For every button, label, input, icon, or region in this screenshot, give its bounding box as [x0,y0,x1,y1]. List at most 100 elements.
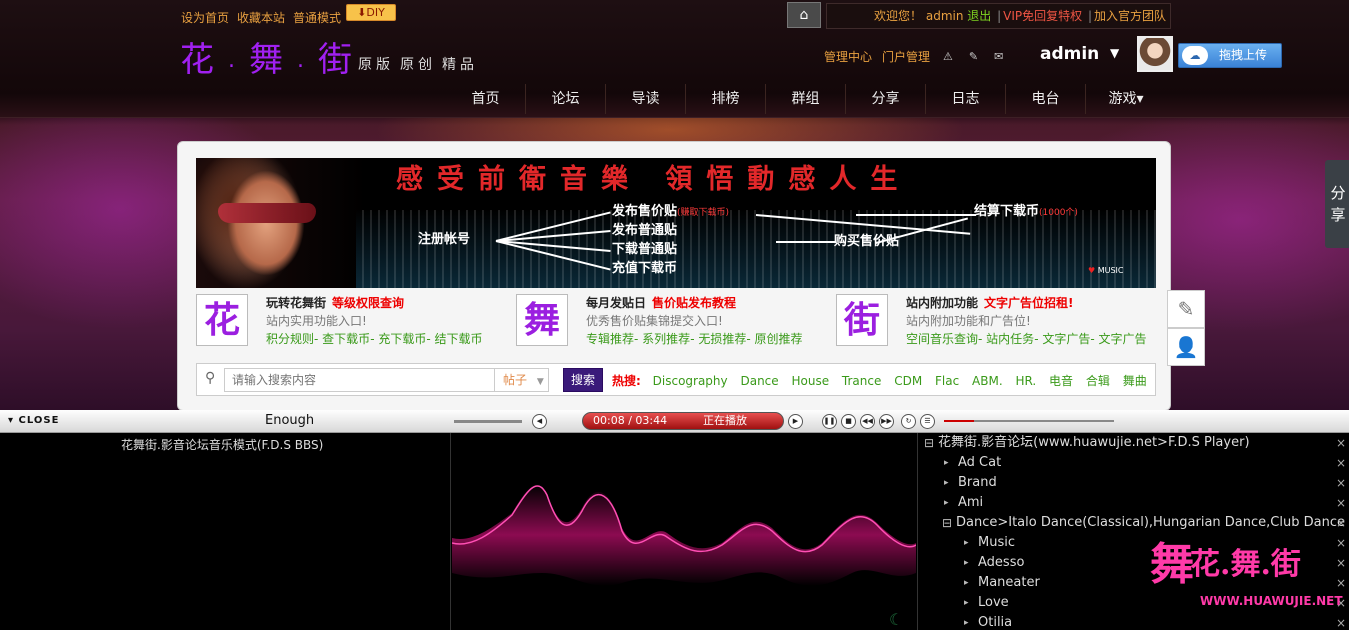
site-watermark: 舞 花.舞.街 WWW.HUAWUJIE.NET [1150,540,1343,620]
mail-icon[interactable]: ✉ [994,50,1003,63]
feature-tag-link[interactable]: 文字广告位招租! [984,296,1073,310]
diy-button[interactable]: ⬇DIY [346,4,396,21]
feature-title: 站内附加功能 文字广告位招租! [906,296,1074,310]
user-link[interactable]: admin [926,9,964,23]
nav-radio[interactable]: 电台 [1006,84,1086,114]
progress-bar[interactable] [944,420,1114,422]
feature-glyph[interactable]: 街 [836,294,888,346]
player-close-button[interactable]: ▾ CLOSE [8,415,59,426]
pause-icon[interactable]: ❚❚ [822,414,837,429]
remove-icon[interactable]: × [1336,473,1346,493]
feature-link[interactable]: 空间音乐查询 [906,332,978,346]
feature-link[interactable]: 积分规则 [266,332,314,346]
chevron-down-icon: ▼ [536,377,544,387]
nav-guide[interactable]: 导读 [606,84,686,114]
collapse-icon[interactable]: ⊟ [942,513,952,533]
avatar[interactable] [1137,36,1173,72]
vip-link[interactable]: VIP免回复特权 [1003,9,1082,23]
user-icon: 👤 [1173,335,1199,359]
site-logo[interactable]: 花 . 舞 . 街 原版 原创 精品 [180,40,478,80]
playlist-item[interactable]: ⊟ Dance>Italo Dance(Classical),Hungarian … [918,513,1349,533]
player-caption: 花舞街.影音论坛音乐模式(F.D.S BBS) [121,438,324,452]
share-side-tab[interactable]: 分 享 [1325,160,1349,248]
chevron-down-icon[interactable]: ▼ [1110,46,1119,60]
collapse-icon[interactable]: ⊟ [924,433,934,453]
hot-keyword[interactable]: Trance [842,374,881,388]
fast-forward-icon[interactable]: ▶▶ [879,414,894,429]
remove-icon[interactable]: × [1336,493,1346,513]
hot-keyword[interactable]: CDM [894,374,922,388]
hot-keyword[interactable]: ABM. [972,374,1003,388]
feature-glyph[interactable]: 舞 [516,294,568,346]
portal-admin-link[interactable]: 门户管理 [882,48,930,65]
drag-upload-button[interactable]: ☁ 拖拽上传 [1178,43,1282,68]
playlist-item[interactable]: ▸ Ad Cat × [918,453,1349,473]
feature-links: 积分规则- 查下载币- 充下载币- 结下载币 [266,332,483,346]
bookmark-link[interactable]: 收藏本站 [237,9,285,26]
arrow-right-icon: ▸ [964,618,969,628]
feature-link[interactable]: 专辑推荐 [586,332,634,346]
feature-link[interactable]: 结下载币 [435,332,483,346]
feature-link[interactable]: 充下载币 [378,332,426,346]
feature-link[interactable]: 站内任务 [986,332,1034,346]
promo-banner[interactable]: 感受前衛音樂 領悟動感人生 注册帐号 发布售价贴(赚取下载币) 发布普通贴 下载… [196,158,1156,288]
logo-tagline-1: 原版 [358,57,394,73]
remove-icon[interactable]: × [1336,453,1346,473]
hot-keyword[interactable]: House [791,374,829,388]
hot-keyword[interactable]: HR. [1015,374,1036,388]
hot-keyword[interactable]: 电音 [1049,374,1073,388]
username[interactable]: admin [1040,44,1099,64]
search-type-select[interactable]: 帖子 ▼ [494,368,549,392]
logout-link[interactable]: 退出 [967,9,991,23]
search-button[interactable]: 搜索 [563,368,603,392]
playlist-item[interactable]: ⊟ 花舞街.影音论坛(www.huawujie.net>F.D.S Player)… [918,433,1349,453]
nav-games[interactable]: 游戏▾ [1086,84,1166,114]
hot-keyword[interactable]: Discography [653,374,728,388]
alert-icon[interactable]: ⚠ [943,50,953,63]
join-team-link[interactable]: 加入官方团队 [1094,9,1166,23]
feature-desc: 站内实用功能入口! [266,314,367,328]
search-input[interactable] [224,368,494,392]
prev-icon[interactable]: ◀ [532,414,547,429]
remove-icon[interactable]: × [1336,433,1346,453]
feature-link[interactable]: 文字广告 [1099,332,1147,346]
nav-share[interactable]: 分享 [846,84,926,114]
playlist-item[interactable]: ▸ Ami × [918,493,1349,513]
nav-groups[interactable]: 群组 [766,84,846,114]
edit-post-button[interactable]: ✎ [1167,290,1205,328]
user-panel-button[interactable]: 👤 [1167,328,1205,366]
nav-home[interactable]: 首页 [446,84,526,114]
next-icon[interactable]: ▶ [788,414,803,429]
hot-keyword[interactable]: Dance [740,374,778,388]
feature-link[interactable]: 原创推荐 [755,332,803,346]
time-display[interactable]: 00:08 / 03:44 正在播放 [582,412,784,430]
playlist-icon[interactable]: ☰ [920,414,935,429]
remove-icon[interactable]: × [1336,513,1346,533]
rewind-icon[interactable]: ◀◀ [860,414,875,429]
feature-link[interactable]: 无损推荐 [698,332,746,346]
admin-center-link[interactable]: 管理中心 [824,48,872,65]
feature-link[interactable]: 文字广告 [1042,332,1090,346]
nav-ranking[interactable]: 排榜 [686,84,766,114]
notification-icons: ⚠ ✎ ✉ [943,50,1003,63]
feature-title: 玩转花舞街 等级权限查询 [266,296,405,310]
flow-line [776,241,836,243]
hot-keyword[interactable]: 合辑 [1086,374,1110,388]
pin-icon[interactable]: ✎ [969,50,978,63]
playlist-item[interactable]: ▸ Brand × [918,473,1349,493]
loop-icon[interactable]: ↻ [901,414,916,429]
feature-link[interactable]: 查下载币 [322,332,370,346]
set-homepage-link[interactable]: 设为首页 [181,9,229,26]
volume-slider[interactable] [454,420,522,423]
nav-forum[interactable]: 论坛 [526,84,606,114]
normal-mode-link[interactable]: 普通模式 [293,9,341,26]
hot-keyword[interactable]: 舞曲 [1123,374,1147,388]
nav-blog[interactable]: 日志 [926,84,1006,114]
stop-icon[interactable]: ■ [841,414,856,429]
feature-tag-link[interactable]: 等级权限查询 [332,296,404,310]
hot-keyword[interactable]: Flac [935,374,959,388]
feature-glyph[interactable]: 花 [196,294,248,346]
feature-tag-link[interactable]: 售价贴发布教程 [652,296,736,310]
feature-link[interactable]: 系列推荐 [642,332,690,346]
home-button[interactable]: ⌂ [787,2,821,28]
